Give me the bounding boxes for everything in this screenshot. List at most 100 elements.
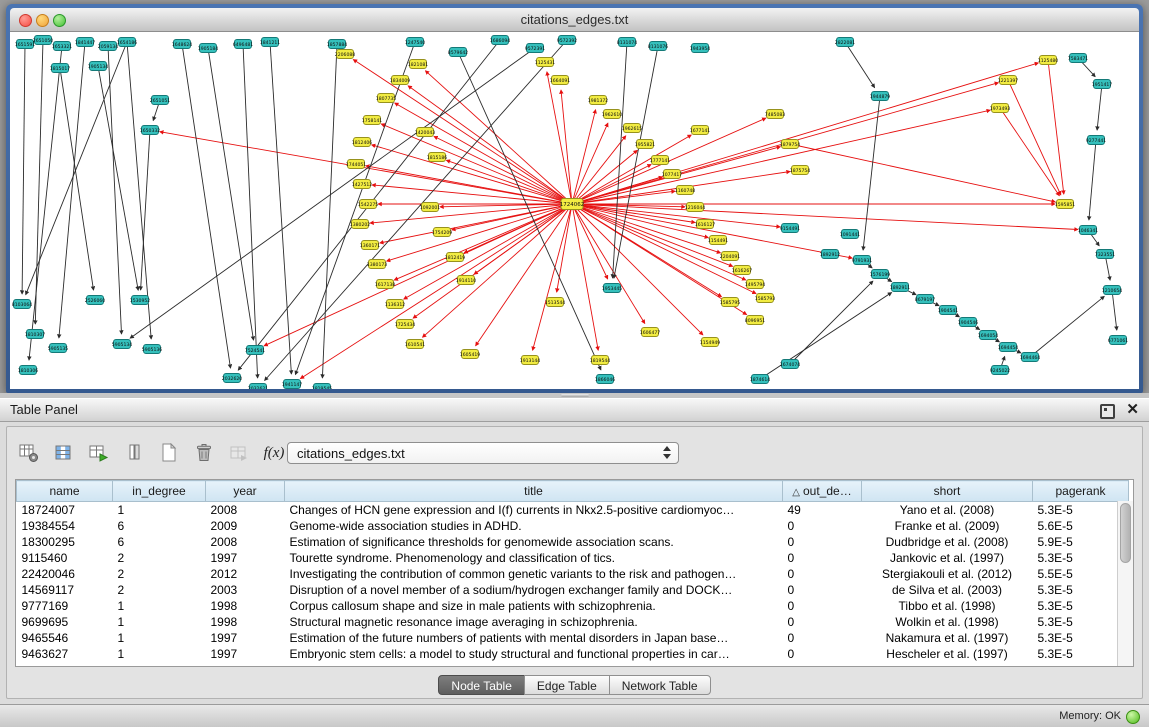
network-node[interactable]: 8096951 <box>745 316 766 325</box>
network-node[interactable]: 1879754 <box>780 140 801 149</box>
table-row[interactable]: 977716911998Corpus callosum shape and si… <box>17 598 1129 614</box>
network-node[interactable]: 2032620 <box>222 374 243 383</box>
network-edge[interactable] <box>572 123 608 204</box>
network-edge[interactable] <box>1112 290 1117 330</box>
network-edge[interactable] <box>182 44 231 368</box>
network-node[interactable]: 1694464 <box>1020 353 1041 362</box>
network-edge[interactable] <box>1008 80 1061 195</box>
table-row[interactable]: 1456911722003Disruption of a novel membe… <box>17 582 1129 598</box>
tab-edge-table[interactable]: Edge Table <box>524 675 610 695</box>
network-node[interactable]: 1758141 <box>362 116 383 125</box>
network-edge[interactable] <box>408 86 572 204</box>
minimize-window-button[interactable] <box>36 14 49 27</box>
network-node[interactable]: 1125480 <box>1038 56 1059 65</box>
network-node[interactable]: 1585795 <box>720 298 741 307</box>
network-node[interactable]: 7485083 <box>765 110 786 119</box>
network-node[interactable]: 2206088 <box>335 50 356 59</box>
network-node[interactable]: 1914110 <box>456 276 477 285</box>
network-node[interactable]: 1962610 <box>602 110 623 119</box>
network-node[interactable]: 1513544 <box>545 298 566 307</box>
network-edge[interactable] <box>26 42 127 295</box>
network-node[interactable]: 1595851 <box>1055 200 1076 209</box>
network-edge[interactable] <box>425 71 572 204</box>
column-header-out_degree[interactable]: △out_de… <box>783 481 862 502</box>
network-node[interactable]: 2651050 <box>33 36 54 45</box>
network-edge[interactable] <box>1030 296 1104 357</box>
table-selector-dropdown[interactable]: citations_edges.txt <box>287 442 679 464</box>
network-node[interactable]: 8131074 <box>617 38 638 47</box>
network-node[interactable]: 1091441 <box>840 230 861 239</box>
network-node[interactable]: 1815017 <box>50 64 71 73</box>
network-node[interactable]: 1420043 <box>415 128 436 137</box>
network-node[interactable]: 9154491 <box>780 224 801 233</box>
table-row[interactable]: 1830029562008Estimation of significance … <box>17 534 1129 550</box>
scrollbar-thumb[interactable] <box>1120 503 1131 563</box>
network-edge[interactable] <box>423 204 573 337</box>
network-node[interactable]: 9791931 <box>852 256 873 265</box>
network-node[interactable]: 1380202 <box>350 220 371 229</box>
network-node[interactable]: 1674074 <box>780 360 801 369</box>
network-node[interactable]: 1841211 <box>260 38 281 47</box>
network-node[interactable]: 5905136 <box>142 345 163 354</box>
network-node[interactable]: 5905134 <box>112 340 133 349</box>
network-edge[interactable] <box>572 204 733 266</box>
network-node[interactable]: 1664091 <box>550 76 571 85</box>
network-edge[interactable] <box>394 204 572 280</box>
network-edge[interactable] <box>208 48 254 340</box>
network-node[interactable]: 1875754 <box>790 166 811 175</box>
new-file-icon[interactable] <box>157 441 181 465</box>
network-node[interactable]: 1650332 <box>140 126 161 135</box>
show-columns-icon[interactable] <box>52 441 76 465</box>
window-titlebar[interactable]: citations_edges.txt <box>10 8 1139 32</box>
table-mode-icon[interactable] <box>17 441 41 465</box>
network-node[interactable]: 1686094 <box>490 36 511 45</box>
network-node[interactable]: 1653321 <box>52 42 73 51</box>
network-edge[interactable] <box>381 124 572 204</box>
network-node[interactable]: 1605419 <box>460 350 481 359</box>
network-edge[interactable] <box>108 46 122 334</box>
network-node[interactable]: 1694054 <box>978 331 999 340</box>
table-row[interactable]: 2242004622012Investigating the contribut… <box>17 566 1129 582</box>
network-node[interactable]: 1530952 <box>130 296 151 305</box>
create-column-icon[interactable] <box>87 441 111 465</box>
network-node[interactable]: 8579642 <box>448 48 469 57</box>
network-node[interactable]: 1694454 <box>998 343 1019 352</box>
network-node[interactable]: 1905134 <box>88 62 109 71</box>
function-builder-icon[interactable]: f(x) <box>262 441 286 465</box>
network-edge[interactable] <box>557 204 572 292</box>
network-edge[interactable] <box>353 60 572 205</box>
delete-column-icon[interactable] <box>122 441 146 465</box>
column-header-pagerank[interactable]: pagerank <box>1033 481 1129 502</box>
network-node[interactable]: 1725434 <box>395 320 416 329</box>
network-canvas[interactable]: 1724062220608818210811834009180773517581… <box>10 32 1139 389</box>
network-node[interactable]: 1360171 <box>360 241 381 250</box>
network-node[interactable]: 1648624 <box>172 40 193 49</box>
network-edge[interactable] <box>270 42 291 374</box>
network-node[interactable]: 1654186 <box>117 38 138 47</box>
float-panel-icon[interactable] <box>1100 404 1115 419</box>
network-node[interactable]: 1617138 <box>375 280 396 289</box>
close-window-button[interactable] <box>19 14 32 27</box>
network-edge[interactable] <box>130 48 535 338</box>
table-row[interactable]: 946362711997Embryonic stem cells: a mode… <box>17 646 1129 662</box>
network-edge[interactable] <box>845 42 875 88</box>
network-node[interactable]: 6496481 <box>233 40 254 49</box>
network-node[interactable]: 2822081 <box>835 38 856 47</box>
network-node[interactable]: 8103064 <box>12 300 33 309</box>
network-node[interactable]: 1981372 <box>588 96 609 105</box>
network-node[interactable]: 1874614 <box>750 375 771 384</box>
network-node[interactable]: 1812406 <box>352 138 373 147</box>
network-node[interactable]: 1221397 <box>998 76 1019 85</box>
network-node[interactable]: 1160748 <box>675 186 696 195</box>
network-node[interactable]: 1777141 <box>650 156 671 165</box>
network-edge[interactable] <box>127 42 151 339</box>
network-node[interactable]: 1815186 <box>427 153 448 162</box>
column-header-in_degree[interactable]: in_degree <box>113 481 206 502</box>
network-edge[interactable] <box>1089 140 1096 220</box>
network-node[interactable]: 1812419 <box>445 253 466 262</box>
network-node[interactable]: 1154949 <box>700 338 721 347</box>
network-node[interactable]: 1576199 <box>870 270 891 279</box>
network-node[interactable]: 7524541 <box>245 346 266 355</box>
network-edge[interactable] <box>22 44 25 294</box>
tab-network-table[interactable]: Network Table <box>609 675 711 695</box>
